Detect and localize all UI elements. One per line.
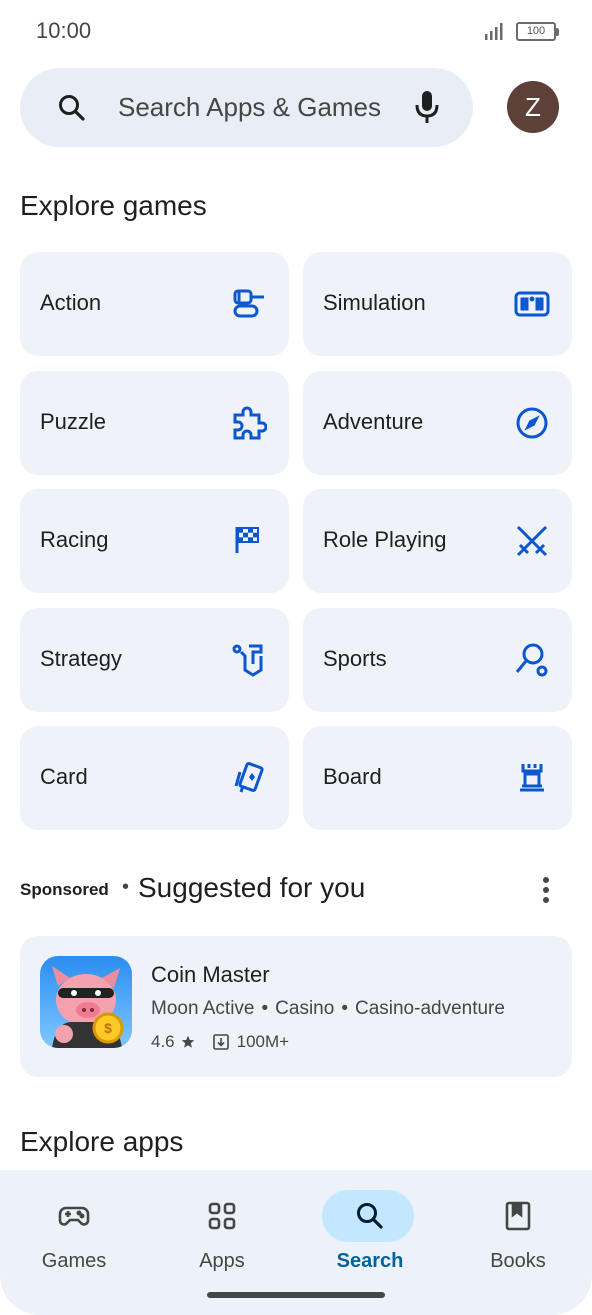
status-time: 10:00 bbox=[36, 18, 92, 43]
category-simulation[interactable]: Simulation bbox=[303, 252, 572, 356]
app-rating: 4.6 bbox=[151, 1032, 175, 1051]
meta-separator: • bbox=[261, 998, 269, 1019]
tank-icon bbox=[233, 289, 264, 318]
category-label: Strategy bbox=[40, 646, 122, 671]
category-card[interactable]: Card bbox=[20, 726, 289, 830]
category-label: Card bbox=[40, 764, 88, 789]
chess-piece-icon bbox=[232, 644, 263, 677]
nav-label: Books bbox=[490, 1250, 546, 1272]
meta-separator: • bbox=[341, 998, 348, 1019]
app-category: Casino bbox=[275, 998, 335, 1019]
app-meta: Moon Active • Casino • Casino-adventure bbox=[151, 998, 505, 1020]
apps-grid-icon bbox=[208, 1202, 236, 1230]
sponsored-label: Sponsored bbox=[20, 880, 109, 899]
category-label: Action bbox=[40, 290, 102, 315]
nav-item-games[interactable]: Games bbox=[0, 1180, 148, 1280]
app-subcategory: Casino-adventure bbox=[354, 998, 505, 1019]
nav-label: Search bbox=[336, 1250, 404, 1272]
section-title-suggested: Suggested for you bbox=[138, 872, 366, 903]
category-puzzle[interactable]: Puzzle bbox=[20, 371, 289, 475]
category-label: Puzzle bbox=[40, 409, 107, 434]
app-stats: 4.6 100M+ bbox=[151, 1032, 289, 1052]
section-title-explore-games: Explore games bbox=[20, 190, 207, 221]
nav-label: Apps bbox=[199, 1250, 245, 1272]
rook-icon bbox=[520, 764, 544, 792]
puzzle-piece-icon bbox=[233, 406, 267, 440]
category-label: Adventure bbox=[323, 409, 424, 434]
app-name: Coin Master bbox=[151, 962, 270, 987]
category-racing[interactable]: Racing bbox=[20, 489, 289, 593]
separator-dot: • bbox=[122, 876, 130, 898]
search-icon bbox=[357, 1203, 383, 1229]
search-input[interactable]: Search Apps & Games bbox=[118, 92, 381, 123]
app-downloads: 100M+ bbox=[236, 1032, 290, 1051]
category-label: Board bbox=[323, 764, 382, 789]
app-icon-coin-master: $ bbox=[40, 956, 132, 1048]
category-sports[interactable]: Sports bbox=[303, 608, 572, 712]
svg-text:$: $ bbox=[104, 1020, 112, 1036]
signal-icon bbox=[485, 23, 503, 40]
nav-label: Games bbox=[41, 1250, 107, 1272]
section-title-explore-apps: Explore apps bbox=[20, 1126, 184, 1157]
nav-item-books[interactable]: Books bbox=[444, 1180, 592, 1280]
racket-icon bbox=[515, 643, 548, 677]
suggested-header: Sponsored • Suggested for you bbox=[20, 870, 572, 910]
category-strategy[interactable]: Strategy bbox=[20, 608, 289, 712]
more-vert-icon[interactable] bbox=[534, 874, 558, 906]
status-bar: 10:00 100 bbox=[0, 0, 592, 60]
crossed-swords-icon bbox=[516, 525, 548, 557]
category-label: Simulation bbox=[323, 290, 426, 315]
microphone-icon[interactable] bbox=[412, 88, 442, 126]
download-icon bbox=[212, 1034, 229, 1050]
category-adventure[interactable]: Adventure bbox=[303, 371, 572, 475]
category-label: Sports bbox=[323, 646, 387, 671]
star-icon bbox=[181, 1035, 194, 1048]
checkered-flag-icon bbox=[235, 527, 259, 553]
category-role-playing[interactable]: Role Playing bbox=[303, 489, 572, 593]
category-label: Racing bbox=[40, 527, 109, 552]
avatar[interactable]: Z bbox=[507, 81, 559, 133]
gamepad-icon bbox=[58, 1206, 90, 1226]
nav-item-search[interactable]: Search bbox=[296, 1180, 444, 1280]
nav-item-apps[interactable]: Apps bbox=[148, 1180, 296, 1280]
battery-icon: 100 bbox=[516, 22, 559, 41]
cards-icon bbox=[234, 762, 264, 793]
compass-icon bbox=[516, 407, 548, 439]
vr-headset-icon bbox=[514, 291, 550, 317]
category-action[interactable]: Action bbox=[20, 252, 289, 356]
search-bar[interactable]: Search Apps & Games bbox=[20, 68, 473, 147]
search-icon bbox=[59, 95, 85, 121]
category-label: Role Playing bbox=[323, 527, 447, 552]
app-developer: Moon Active bbox=[151, 998, 255, 1019]
suggested-app-card[interactable]: $ Coin Master Moon Active • Casino • Casino-… bbox=[20, 936, 572, 1077]
book-icon bbox=[505, 1201, 531, 1231]
home-indicator[interactable] bbox=[207, 1292, 385, 1298]
category-board[interactable]: Board bbox=[303, 726, 572, 830]
